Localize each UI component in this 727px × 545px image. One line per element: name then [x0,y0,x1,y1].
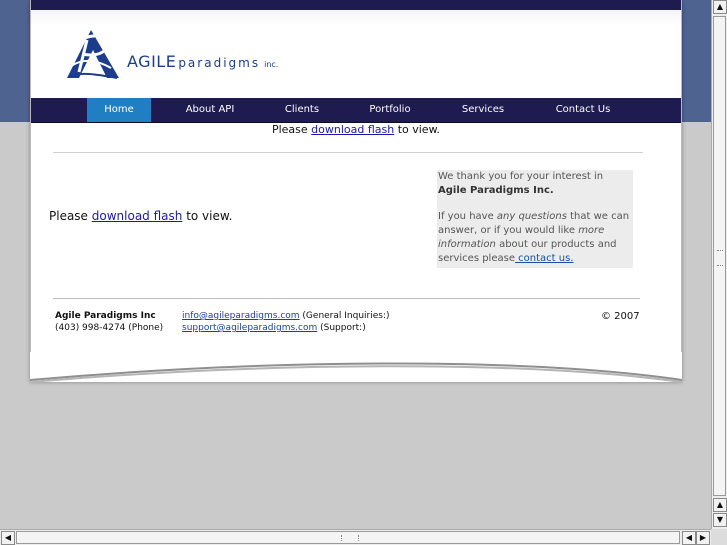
thanks-line2-text: If you have [438,211,497,222]
site-logo[interactable]: AGILE paradigms inc. [61,28,291,88]
horizontal-scroll-thumb[interactable] [16,531,680,544]
general-email-note: (General Inquiries:) [299,311,390,321]
arrow-left-icon[interactable]: ◀ [682,531,696,545]
logo-suffix: inc. [264,60,279,69]
arrow-down-icon[interactable]: ▼ [713,513,727,527]
nav-about-api[interactable]: About API [177,98,243,122]
nav-portfolio[interactable]: Portfolio [359,98,421,122]
footer-company-name: Agile Paradigms Inc [55,311,156,321]
copyright: © 2007 [601,311,640,322]
nav-services[interactable]: Services [451,98,515,122]
logo-name: AGILE [127,52,177,71]
thanks-emphasis-questions: any questions [496,211,567,222]
flash-text-after: to view. [394,123,441,136]
logo-tagline: paradigms [178,56,261,70]
thanks-company-name: Agile Paradigms Inc. [438,185,554,196]
flash-notice-top: Please download flash to view. [31,123,681,136]
arrow-left-icon[interactable]: ◀ [1,531,15,545]
flash-text-before: Please [271,123,312,136]
thanks-line1-text: We thank you for your interest in [438,171,604,182]
main-nav: Home About API Clients Portfolio Service… [31,98,681,123]
footer-phone: (403) 998-4274 (Phone) [55,323,164,333]
vertical-scrollbar[interactable]: ▲ ▲ ▼ [711,0,727,529]
scrollbar-corner [711,529,727,545]
horizontal-scrollbar[interactable]: ◀ ◀ ▶ [0,529,711,545]
nav-contact-us[interactable]: Contact Us [548,98,618,122]
arrow-up-icon[interactable]: ▲ [713,498,727,512]
arrow-up-icon[interactable]: ▲ [713,0,727,14]
general-email-link[interactable]: info@agileparadigms.com [182,311,300,321]
nav-home[interactable]: Home [87,98,151,122]
download-flash-link-top[interactable]: download flash [311,123,394,136]
background-band-right [680,0,711,122]
top-strip [31,0,681,10]
page-container: AGILE paradigms inc. Home About API Client… [30,0,682,383]
logo-wordmark: AGILE paradigms inc. [127,52,278,71]
footer-contacts: info@agileparadigms.com (General Inquiri… [182,310,390,334]
ap-monogram-logo-icon [67,30,119,79]
flash-notice-main: Please download flash to view. [49,209,232,223]
flash-text-after: to view. [182,209,233,223]
thank-you-box: We thank you for your interest in Agile … [437,170,633,268]
download-flash-link-main[interactable]: download flash [92,209,183,223]
contact-us-link[interactable]: contact us. [515,253,573,264]
thanks-paragraph-2: If you have any questions that we can an… [438,210,633,266]
support-email-link[interactable]: support@agileparadigms.com [182,323,317,333]
divider-top [53,152,643,153]
thanks-paragraph-1: We thank you for your interest in Agile … [438,170,633,198]
nav-clients[interactable]: Clients [273,98,331,122]
vertical-scroll-thumb[interactable] [713,16,726,496]
divider-bottom [53,298,640,299]
page-curl-shadow [30,352,682,383]
support-email-note: (Support:) [317,323,366,333]
arrow-right-icon[interactable]: ▶ [696,531,710,545]
flash-text-before: Please [49,209,92,223]
footer-company-info: Agile Paradigms Inc (403) 998-4274 (Phon… [55,310,163,334]
header: AGILE paradigms inc. [31,10,681,98]
